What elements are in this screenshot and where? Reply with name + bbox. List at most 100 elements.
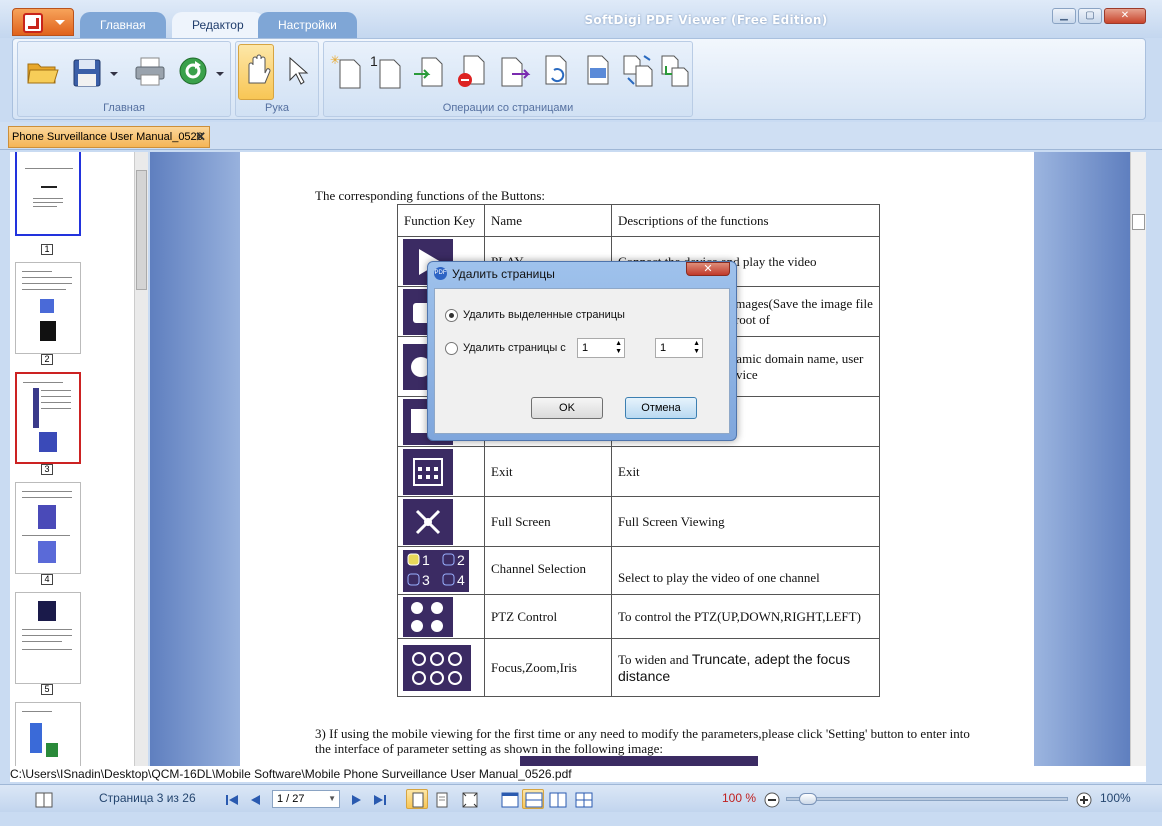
thumbnail-page-5[interactable] (15, 592, 81, 684)
minimize-button[interactable]: ▁ (1052, 8, 1076, 24)
layout-single-button[interactable] (498, 789, 520, 809)
first-page-icon (226, 795, 238, 805)
table-row: Full Screen Full Screen Viewing (397, 496, 880, 547)
thumbnail-number: 4 (41, 574, 53, 585)
thumbnail-page-4[interactable] (15, 482, 81, 574)
continuous-view-button[interactable] (430, 789, 452, 809)
crop-page-button[interactable] (580, 50, 616, 90)
zoom-slider[interactable] (786, 793, 1068, 805)
layout-rows-button[interactable] (522, 789, 544, 809)
radio-delete-selected[interactable] (445, 309, 458, 322)
thumbnail-scrollbar[interactable] (134, 152, 148, 766)
save-button[interactable] (70, 50, 106, 90)
stepper-value: 1 (660, 342, 667, 354)
delete-page-icon (458, 55, 485, 87)
zoom-out-icon (764, 792, 780, 808)
hand-tool-button[interactable] (238, 44, 274, 100)
maximize-button[interactable]: ▢ (1078, 8, 1102, 24)
next-page-icon (352, 795, 361, 805)
ok-button[interactable]: OK (531, 397, 603, 419)
page-info: Страница 3 из 26 (99, 791, 196, 805)
svg-text:✳: ✳ (330, 53, 340, 67)
channel-label: 2 (457, 552, 465, 568)
pdf-icon: PDF (434, 267, 447, 280)
print-button[interactable] (132, 50, 168, 90)
new-page-button[interactable]: ✳ (328, 50, 364, 90)
select-tool-button[interactable] (280, 50, 316, 90)
hand-icon (248, 54, 271, 84)
page-number-value: 1 / 27 (277, 793, 305, 805)
channel-label: 3 (422, 572, 430, 588)
stepper-arrows-icon[interactable]: ▲ ▼ (615, 340, 622, 356)
group-home-label: Главная (103, 102, 145, 114)
open-button[interactable] (24, 50, 60, 90)
split-page-icon (661, 55, 689, 87)
last-page-button[interactable] (368, 789, 390, 809)
delete-page-button[interactable] (454, 50, 490, 90)
radio-label: Удалить выделенные страницы (463, 309, 625, 321)
stepper-arrows-icon[interactable]: ▲ ▼ (693, 340, 700, 356)
focus-zoom-iris-icon (403, 644, 471, 691)
fullscreen-icon (403, 498, 453, 545)
zoom-in-button[interactable] (1072, 789, 1094, 809)
document-scrollbar[interactable] (1130, 152, 1146, 766)
replace-page-button[interactable] (620, 50, 656, 90)
ptz-control-icon (403, 596, 453, 637)
split-page-button[interactable] (658, 50, 694, 90)
zoom-slider-handle[interactable] (799, 793, 817, 805)
table-header-row: Function Key Name Descriptions of the fu… (397, 204, 880, 237)
prev-page-icon (251, 795, 260, 805)
dialog-close-button[interactable]: ✕ (686, 262, 730, 276)
table-row: PTZ Control To control the PTZ(UP,DOWN,R… (397, 594, 880, 639)
chevron-down-icon[interactable]: ▼ (328, 791, 336, 807)
channel-selection-icon: 1 2 3 4 (403, 549, 469, 592)
prev-page-button[interactable] (244, 789, 266, 809)
zoom-level-right: 100% (1100, 791, 1131, 805)
extract-page-button[interactable] (496, 50, 532, 90)
status-bar: Страница 3 из 26 1 / 27 ▼ 100 % 100% (0, 784, 1162, 812)
single-page-icon (412, 792, 424, 808)
table-cell: Channel Selection (484, 546, 612, 595)
first-page-button[interactable] (220, 789, 242, 809)
table-header: Name (484, 204, 612, 237)
layout-grid-button[interactable] (572, 789, 594, 809)
range-from-stepper[interactable]: 1 ▲ ▼ (577, 338, 625, 358)
table-cell: To widen and Truncate, adept the focus d… (611, 638, 880, 697)
close-icon[interactable]: ✕ (195, 127, 206, 147)
cancel-button[interactable]: Отмена (625, 397, 697, 419)
next-page-button[interactable] (344, 789, 366, 809)
zoom-level-left: 100 % (722, 791, 757, 805)
page-intro-text: The corresponding functions of the Butto… (315, 188, 545, 203)
single-page-view-button[interactable] (406, 789, 428, 809)
document-tab[interactable]: Phone Surveillance User Manual_0526 ✕ (8, 126, 210, 148)
document-viewer: The corresponding functions of the Butto… (150, 152, 1130, 766)
fit-page-button[interactable] (458, 789, 480, 809)
zoom-out-button[interactable] (760, 789, 782, 809)
radio-delete-range[interactable] (445, 342, 458, 355)
range-to-stepper[interactable]: 1 ▲ ▼ (655, 338, 703, 358)
rotate-page-button[interactable] (538, 50, 574, 90)
thumbnail-number: 5 (41, 684, 53, 695)
save-dropdown-icon[interactable] (110, 72, 118, 76)
refresh-button[interactable] (176, 50, 212, 90)
layout-grid-icon (575, 792, 593, 808)
thumbnail-panel: 1 2 3 4 5 (10, 152, 148, 766)
insert-page-button[interactable]: 1 (370, 50, 406, 90)
layout-columns-button[interactable] (546, 789, 568, 809)
ribbon: Главная Рука ✳ 1 Операции со страницами (12, 38, 1146, 120)
layout-single-icon (501, 792, 519, 808)
thumbnail-page-2[interactable] (15, 262, 81, 354)
thumbnail-page-3[interactable] (15, 372, 81, 464)
thumbnail-number: 1 (41, 244, 53, 255)
layout-rows-icon (525, 792, 543, 808)
refresh-dropdown-icon[interactable] (216, 72, 224, 76)
close-button[interactable]: ✕ (1104, 8, 1146, 24)
table-cell: Full Screen (484, 496, 612, 547)
bookmarks-button[interactable] (32, 789, 54, 809)
thumbnail-page-6[interactable] (15, 702, 81, 766)
thumbnail-page-1[interactable] (15, 152, 81, 236)
import-page-button[interactable] (412, 50, 448, 90)
folder-open-icon (27, 63, 59, 84)
page-number-input[interactable]: 1 / 27 ▼ (272, 790, 340, 808)
window-title: SoftDigi PDF Viewer (Free Edition) (584, 13, 828, 27)
